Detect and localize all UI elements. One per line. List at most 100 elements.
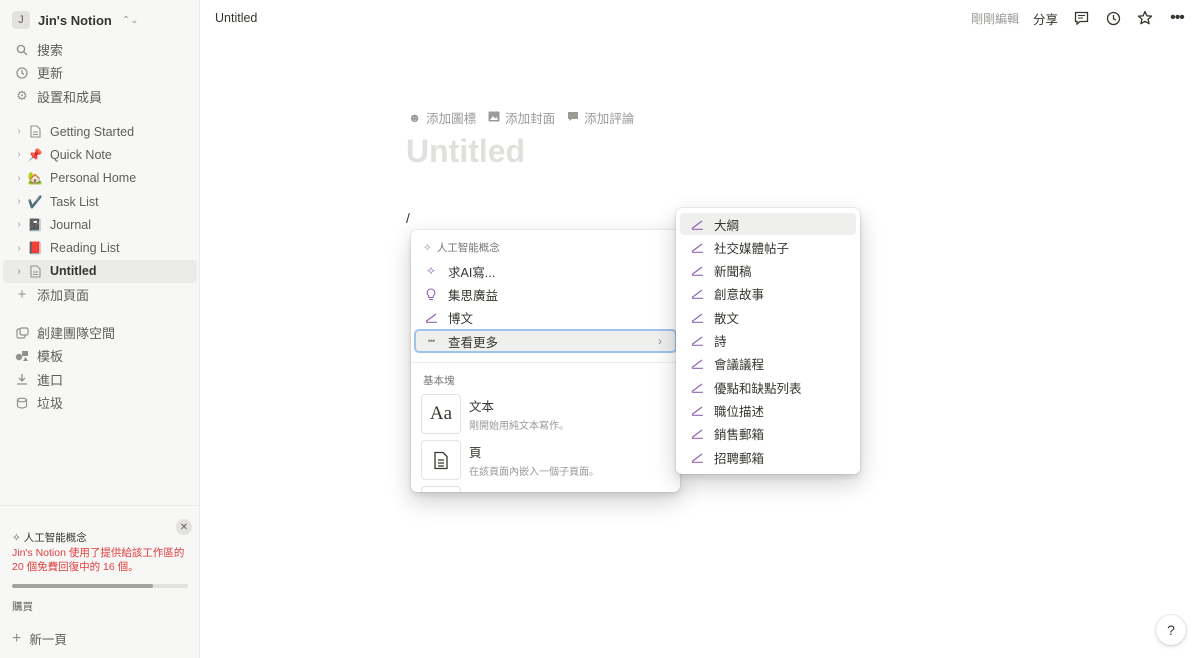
chevron-right-icon[interactable]: ›	[13, 266, 25, 277]
submenu-item[interactable]: 創意故事	[680, 283, 856, 305]
add-cover-button[interactable]: 添加封面	[488, 108, 555, 127]
share-button[interactable]: 分享	[1033, 9, 1058, 28]
sidebar-page-journal[interactable]: › 📓 Journal	[3, 213, 197, 236]
buy-link[interactable]: 購買	[12, 599, 33, 614]
search-icon	[14, 44, 30, 56]
page-title[interactable]: Untitled	[406, 133, 525, 170]
pen-icon	[689, 219, 705, 230]
chevron-right-icon[interactable]: ›	[13, 173, 25, 184]
house-icon: 🏡	[27, 171, 43, 186]
submenu-item-label: 銷售郵箱	[714, 428, 765, 443]
topbar-actions: 剛剛編輯 分享 •••	[971, 8, 1186, 28]
teamspace-icon	[14, 327, 30, 339]
breadcrumb-page-title[interactable]: Untitled	[215, 11, 257, 25]
see-more-submenu: 大綱社交媒體帖子 新聞稿創意故事散文詩會議議程優點和缺點列表職位描述銷售郵箱招聘郵…	[676, 208, 860, 474]
submenu-item[interactable]: 大綱	[680, 213, 856, 235]
menu-item-blog-post[interactable]: 博文	[415, 306, 676, 328]
sidebar-item-label: 垃圾	[37, 396, 64, 412]
submenu-item[interactable]: 職位描述	[680, 399, 856, 421]
comment-icon[interactable]	[1072, 9, 1090, 27]
close-icon[interactable]: ✕	[176, 519, 192, 535]
submenu-item[interactable]: 會議議程	[680, 353, 856, 375]
pen-icon	[689, 242, 705, 253]
sidebar: J Jin's Notion ⌃⌄ 搜索 更新 ⚙ 設置和成員 › Gettin…	[0, 0, 200, 658]
add-icon-button[interactable]: ☻ 添加圖標	[408, 108, 476, 127]
plus-icon: +	[17, 286, 27, 304]
sidebar-item-updates[interactable]: 更新	[0, 61, 200, 84]
submenu-item-label: 詩	[714, 335, 727, 349]
chevron-right-icon[interactable]: ›	[13, 219, 25, 230]
sidebar-page-untitled[interactable]: › Untitled	[3, 259, 197, 284]
workspace-name: Jin's Notion	[38, 12, 112, 28]
sidebar-page-reading-list[interactable]: › 📕 Reading List	[3, 236, 197, 259]
ai-usage-bar-fill	[12, 584, 153, 588]
pen-icon	[689, 452, 705, 463]
sidebar-page-quick-note[interactable]: › 📌 Quick Note	[3, 143, 197, 166]
sidebar-page-personal-home[interactable]: › 🏡 Personal Home	[3, 167, 197, 190]
sidebar-item-label: 創建團隊空間	[37, 326, 116, 342]
sparkle-icon: ✧	[12, 532, 21, 544]
sidebar-page-label: Personal Home	[50, 171, 137, 186]
new-page-button[interactable]: + 新一頁	[12, 629, 67, 648]
add-page-label: 添加頁面	[37, 288, 90, 304]
sidebar-item-label: 更新	[37, 66, 64, 82]
menu-item-see-more[interactable]: ••• 查看更多 ›	[414, 329, 677, 353]
chevron-right-icon[interactable]: ›	[13, 243, 25, 254]
submenu-item-label: 創意故事	[714, 288, 765, 303]
sidebar-item-trash[interactable]: 垃圾	[0, 391, 200, 414]
notebook-icon: 📓	[27, 217, 43, 232]
page-block-icon	[421, 440, 461, 480]
editor-typed-text[interactable]: /	[406, 210, 410, 226]
add-icon-label: 添加圖標	[426, 112, 477, 126]
pen-icon	[689, 335, 705, 346]
chevron-right-icon[interactable]: ›	[13, 196, 25, 207]
sidebar-item-import[interactable]: 進口	[0, 368, 200, 391]
submenu-item[interactable]: 散文	[680, 306, 856, 328]
menu-section-label: 人工智能概念	[436, 242, 500, 254]
star-icon[interactable]	[1136, 9, 1154, 27]
help-button[interactable]: ?	[1156, 615, 1186, 645]
sidebar-item-search[interactable]: 搜索	[0, 38, 200, 61]
lightbulb-icon	[423, 287, 439, 301]
add-cover-label: 添加封面	[505, 112, 556, 126]
menu-item-brainstorm[interactable]: 集思廣益	[415, 283, 676, 305]
submenu-item[interactable]: 詩	[680, 330, 856, 352]
menu-section-ai: ✧ 人工智能概念	[423, 240, 500, 255]
text-block-icon: Aa	[421, 394, 461, 434]
sidebar-item-templates[interactable]: 模板	[0, 344, 200, 367]
submenu-item-label: 優點和缺點列表	[714, 381, 802, 396]
chevron-right-icon[interactable]: ›	[13, 149, 25, 160]
history-icon[interactable]	[1104, 9, 1122, 27]
submenu-item-label: 社交媒體帖子	[714, 241, 790, 256]
sidebar-page-label: Untitled	[50, 264, 97, 279]
add-page-button[interactable]: + 添加頁面	[0, 283, 200, 306]
sidebar-page-task-list[interactable]: › ✔️ Task List	[3, 190, 197, 213]
sidebar-item-create-teamspace[interactable]: 創建團隊空間	[0, 321, 200, 344]
pen-icon	[689, 428, 705, 440]
chevron-updown-icon: ⌃⌄	[121, 14, 139, 26]
submenu-item[interactable]: 銷售郵箱	[680, 423, 856, 445]
sidebar-page-label: Task List	[50, 194, 99, 209]
workspace-switcher[interactable]: J Jin's Notion ⌃⌄	[12, 9, 139, 31]
more-icon[interactable]: •••	[1168, 9, 1186, 27]
submenu-item-label: 散文	[714, 311, 740, 326]
submenu-item[interactable]: 招聘郵箱	[680, 446, 856, 468]
menu-block-page[interactable]: 頁 在該頁面內嵌入一個子頁面。	[421, 440, 671, 480]
page-icon	[27, 125, 43, 138]
ai-card-title-text: 人工智能概念	[23, 532, 87, 544]
sidebar-page-getting-started[interactable]: › Getting Started	[3, 120, 197, 143]
submenu-item-label: 新聞稿	[714, 265, 752, 280]
submenu-item[interactable]: 優點和缺點列表	[680, 376, 856, 398]
submenu-item-label: 大綱	[714, 218, 740, 233]
page-header-actions: ☻ 添加圖標 添加封面 添加評論	[408, 108, 634, 127]
menu-block-text[interactable]: Aa 文本 剛開始用純文本寫作。	[421, 394, 671, 434]
menu-item-ask-ai-write[interactable]: ✧ 求AI寫...	[415, 260, 676, 282]
sidebar-item-settings[interactable]: ⚙ 設置和成員	[0, 85, 200, 108]
sidebar-item-label: 搜索	[37, 43, 64, 59]
chevron-right-icon[interactable]: ›	[13, 126, 25, 137]
add-comment-button[interactable]: 添加評論	[567, 108, 634, 127]
import-icon	[14, 373, 30, 385]
submenu-item[interactable]: 新聞稿	[680, 260, 856, 282]
sidebar-page-label: Getting Started	[50, 124, 135, 139]
submenu-item[interactable]: 社交媒體帖子	[680, 236, 856, 258]
